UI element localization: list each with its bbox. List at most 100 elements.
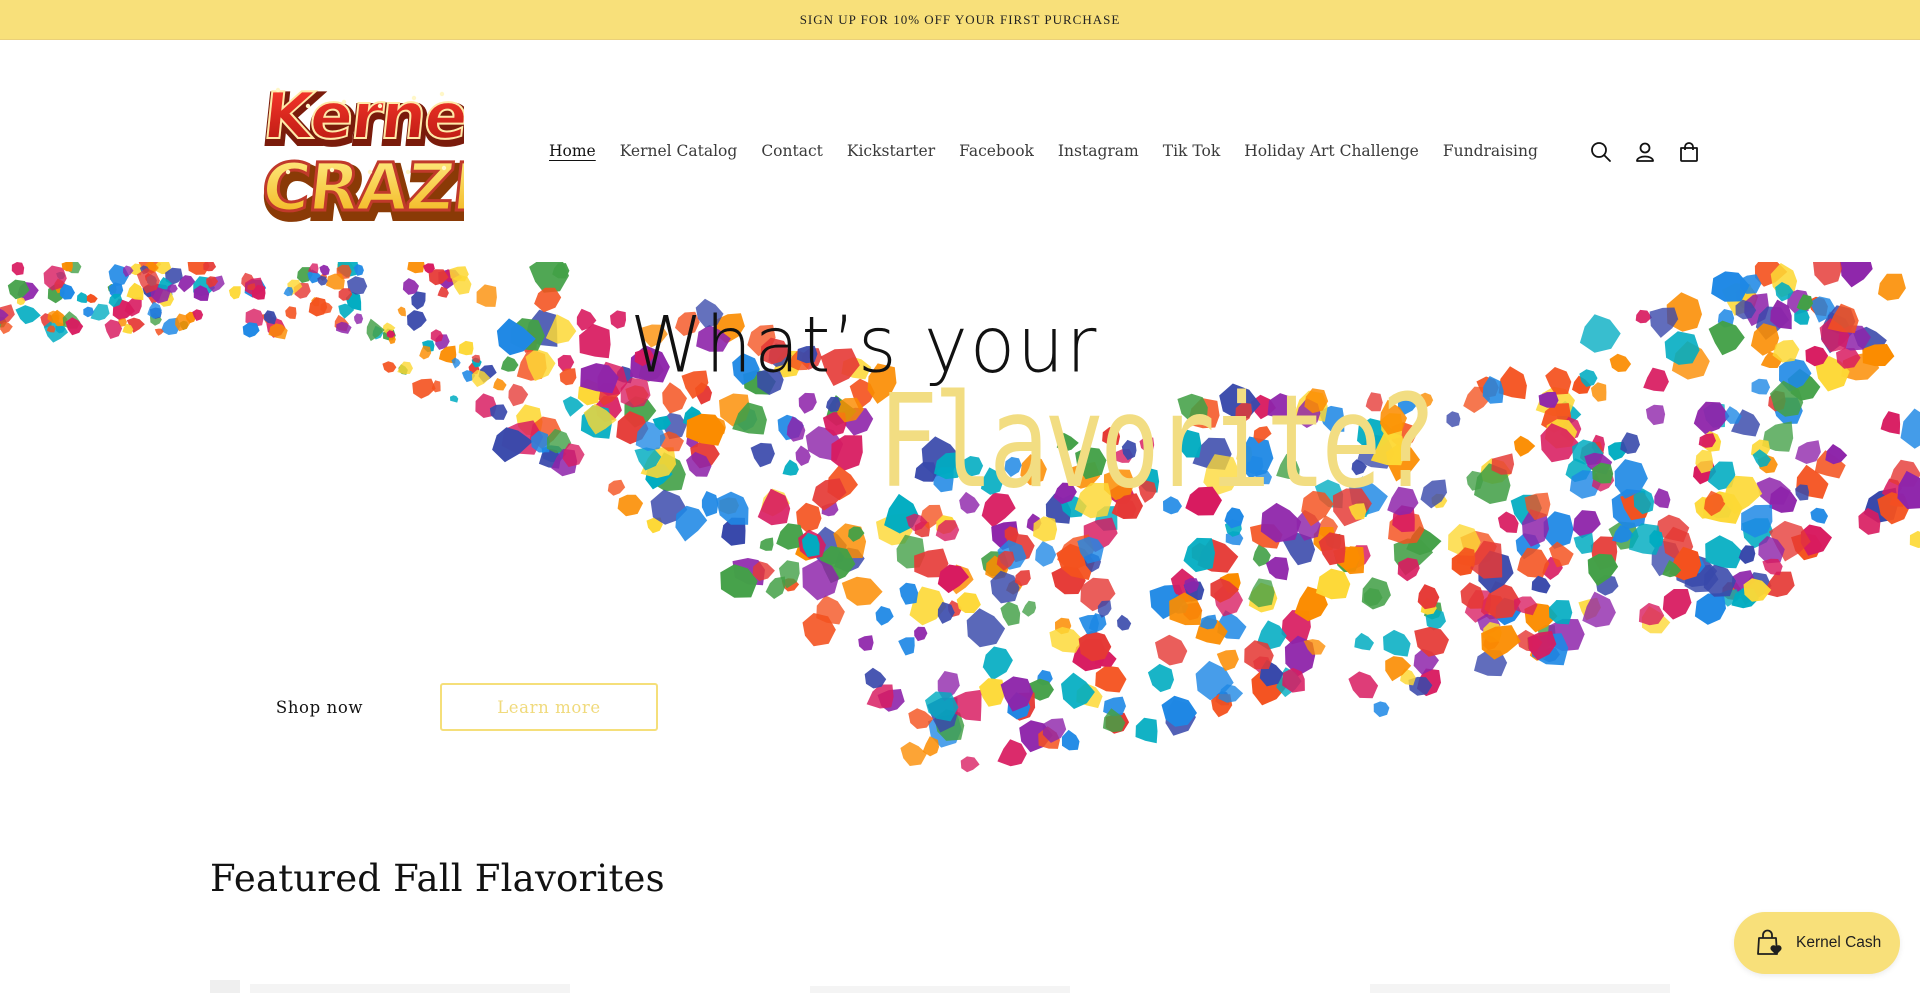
popcorn-kernel [1910,531,1920,548]
kernel-cash-label[interactable]: Kernel Cash [1796,934,1881,952]
popcorn-kernel [450,395,458,402]
popcorn-kernel [1654,488,1670,508]
popcorn-kernel [382,361,396,373]
popcorn-kernel [967,608,1005,647]
popcorn-kernel [560,368,577,385]
popcorn-kernel [319,265,329,276]
popcorn-kernel [899,583,918,605]
popcorn-kernel [1374,701,1390,717]
popcorn-kernel [716,492,749,525]
shopping-bag-heart-icon [1754,928,1784,958]
search-icon[interactable] [1589,140,1613,164]
popcorn-kernel [508,384,528,407]
popcorn-kernel [459,341,474,355]
popcorn-kernel [1316,569,1350,600]
popcorn-kernel [842,577,883,606]
kernel-cash-widget[interactable]: Kernel Cash [1734,912,1900,974]
popcorn-kernel [1620,432,1640,454]
popcorn-kernel [127,283,144,300]
nav-contact[interactable]: Contact [749,139,835,165]
popcorn-kernel [1539,392,1559,408]
popcorn-kernel [983,647,1013,681]
nav-fundraising[interactable]: Fundraising [1431,139,1550,165]
popcorn-kernel [1739,545,1756,564]
announcement-text[interactable]: SIGN UP FOR 10% OFF YOUR FIRST PURCHASE [800,12,1121,28]
popcorn-kernel [898,637,915,655]
popcorn-kernel [1573,510,1601,538]
popcorn-kernel [1398,558,1420,582]
popcorn-kernel [411,291,425,309]
popcorn-kernel [419,346,431,360]
popcorn-kernel [397,362,413,375]
popcorn-kernel [1015,570,1031,586]
popcorn-kernel [367,319,385,342]
popcorn-kernel [1461,582,1485,608]
popcorn-kernel [876,606,894,626]
popcorn-kernel [493,378,507,391]
main-nav: Home Kernel Catalog Contact Kickstarter … [549,139,1550,165]
popcorn-kernel [398,307,406,317]
popcorn-kernel [1643,368,1669,392]
popcorn-kernel [1795,440,1821,464]
hero-heading-line2: Flavorite? [878,368,1432,517]
popcorn-kernel [610,310,626,328]
cart-icon[interactable] [1677,140,1701,164]
site-logo[interactable]: Kernel Kernel CRAZE CRAZE [248,76,464,232]
popcorn-kernel [407,310,427,331]
popcorn-kernel [900,742,927,766]
popcorn-kernel [284,287,294,296]
popcorn-kernel [979,678,1006,707]
popcorn-kernel [751,443,775,467]
logo-text-craze: CRAZE [258,149,464,226]
account-icon[interactable] [1633,140,1657,164]
announcement-bar[interactable]: SIGN UP FOR 10% OFF YOUR FIRST PURCHASE [0,0,1920,40]
popcorn-kernel [1514,436,1535,457]
nav-tik-tok[interactable]: Tik Tok [1151,139,1232,165]
nav-instagram[interactable]: Instagram [1046,139,1151,165]
popcorn-kernel [431,329,443,342]
popcorn-kernel [1446,411,1460,427]
popcorn-kernel [1705,535,1743,568]
popcorn-kernel [867,685,894,709]
learn-more-button[interactable]: Learn more [440,683,658,731]
popcorn-kernel [1418,584,1440,609]
popcorn-kernel [1574,533,1594,554]
nav-holiday-art-challenge[interactable]: Holiday Art Challenge [1232,139,1431,165]
popcorn-kernel [1000,602,1020,626]
popcorn-kernel [760,538,774,551]
popcorn-kernel [766,577,786,600]
popcorn-kernel [675,506,707,542]
popcorn-kernel [1752,379,1771,395]
popcorn-kernel [229,286,241,299]
nav-kernel-catalog[interactable]: Kernel Catalog [608,139,750,165]
popcorn-kernel [285,306,296,319]
popcorn-kernel [1591,382,1607,402]
popcorn-kernel [477,284,497,307]
popcorn-kernel [501,356,519,372]
popcorn-kernel [812,478,846,510]
popcorn-kernel [1491,453,1514,474]
popcorn-kernel [354,313,363,324]
popcorn-kernel [1695,593,1726,625]
header-icons [1589,140,1701,164]
shop-now-button[interactable]: Shop now [232,683,407,731]
popcorn-kernel [1095,666,1126,693]
popcorn-kernel [407,262,424,273]
nav-facebook[interactable]: Facebook [947,139,1046,165]
nav-home[interactable]: Home [549,139,608,165]
popcorn-kernel [799,393,817,414]
popcorn-kernel [1580,314,1621,352]
popcorn-kernel [87,294,98,303]
popcorn-kernel [997,739,1027,766]
popcorn-kernel [1582,592,1616,628]
popcorn-kernel [1155,635,1187,666]
popcorn-kernel [15,305,40,324]
popcorn-kernel [147,302,162,319]
popcorn-kernel [618,495,644,517]
popcorn-kernel [1022,601,1036,617]
popcorn-kernel [534,288,561,313]
nav-kickstarter[interactable]: Kickstarter [835,139,947,165]
popcorn-kernel [1466,471,1483,491]
popcorn-kernel [1610,354,1632,372]
popcorn-kernel [1650,308,1679,338]
